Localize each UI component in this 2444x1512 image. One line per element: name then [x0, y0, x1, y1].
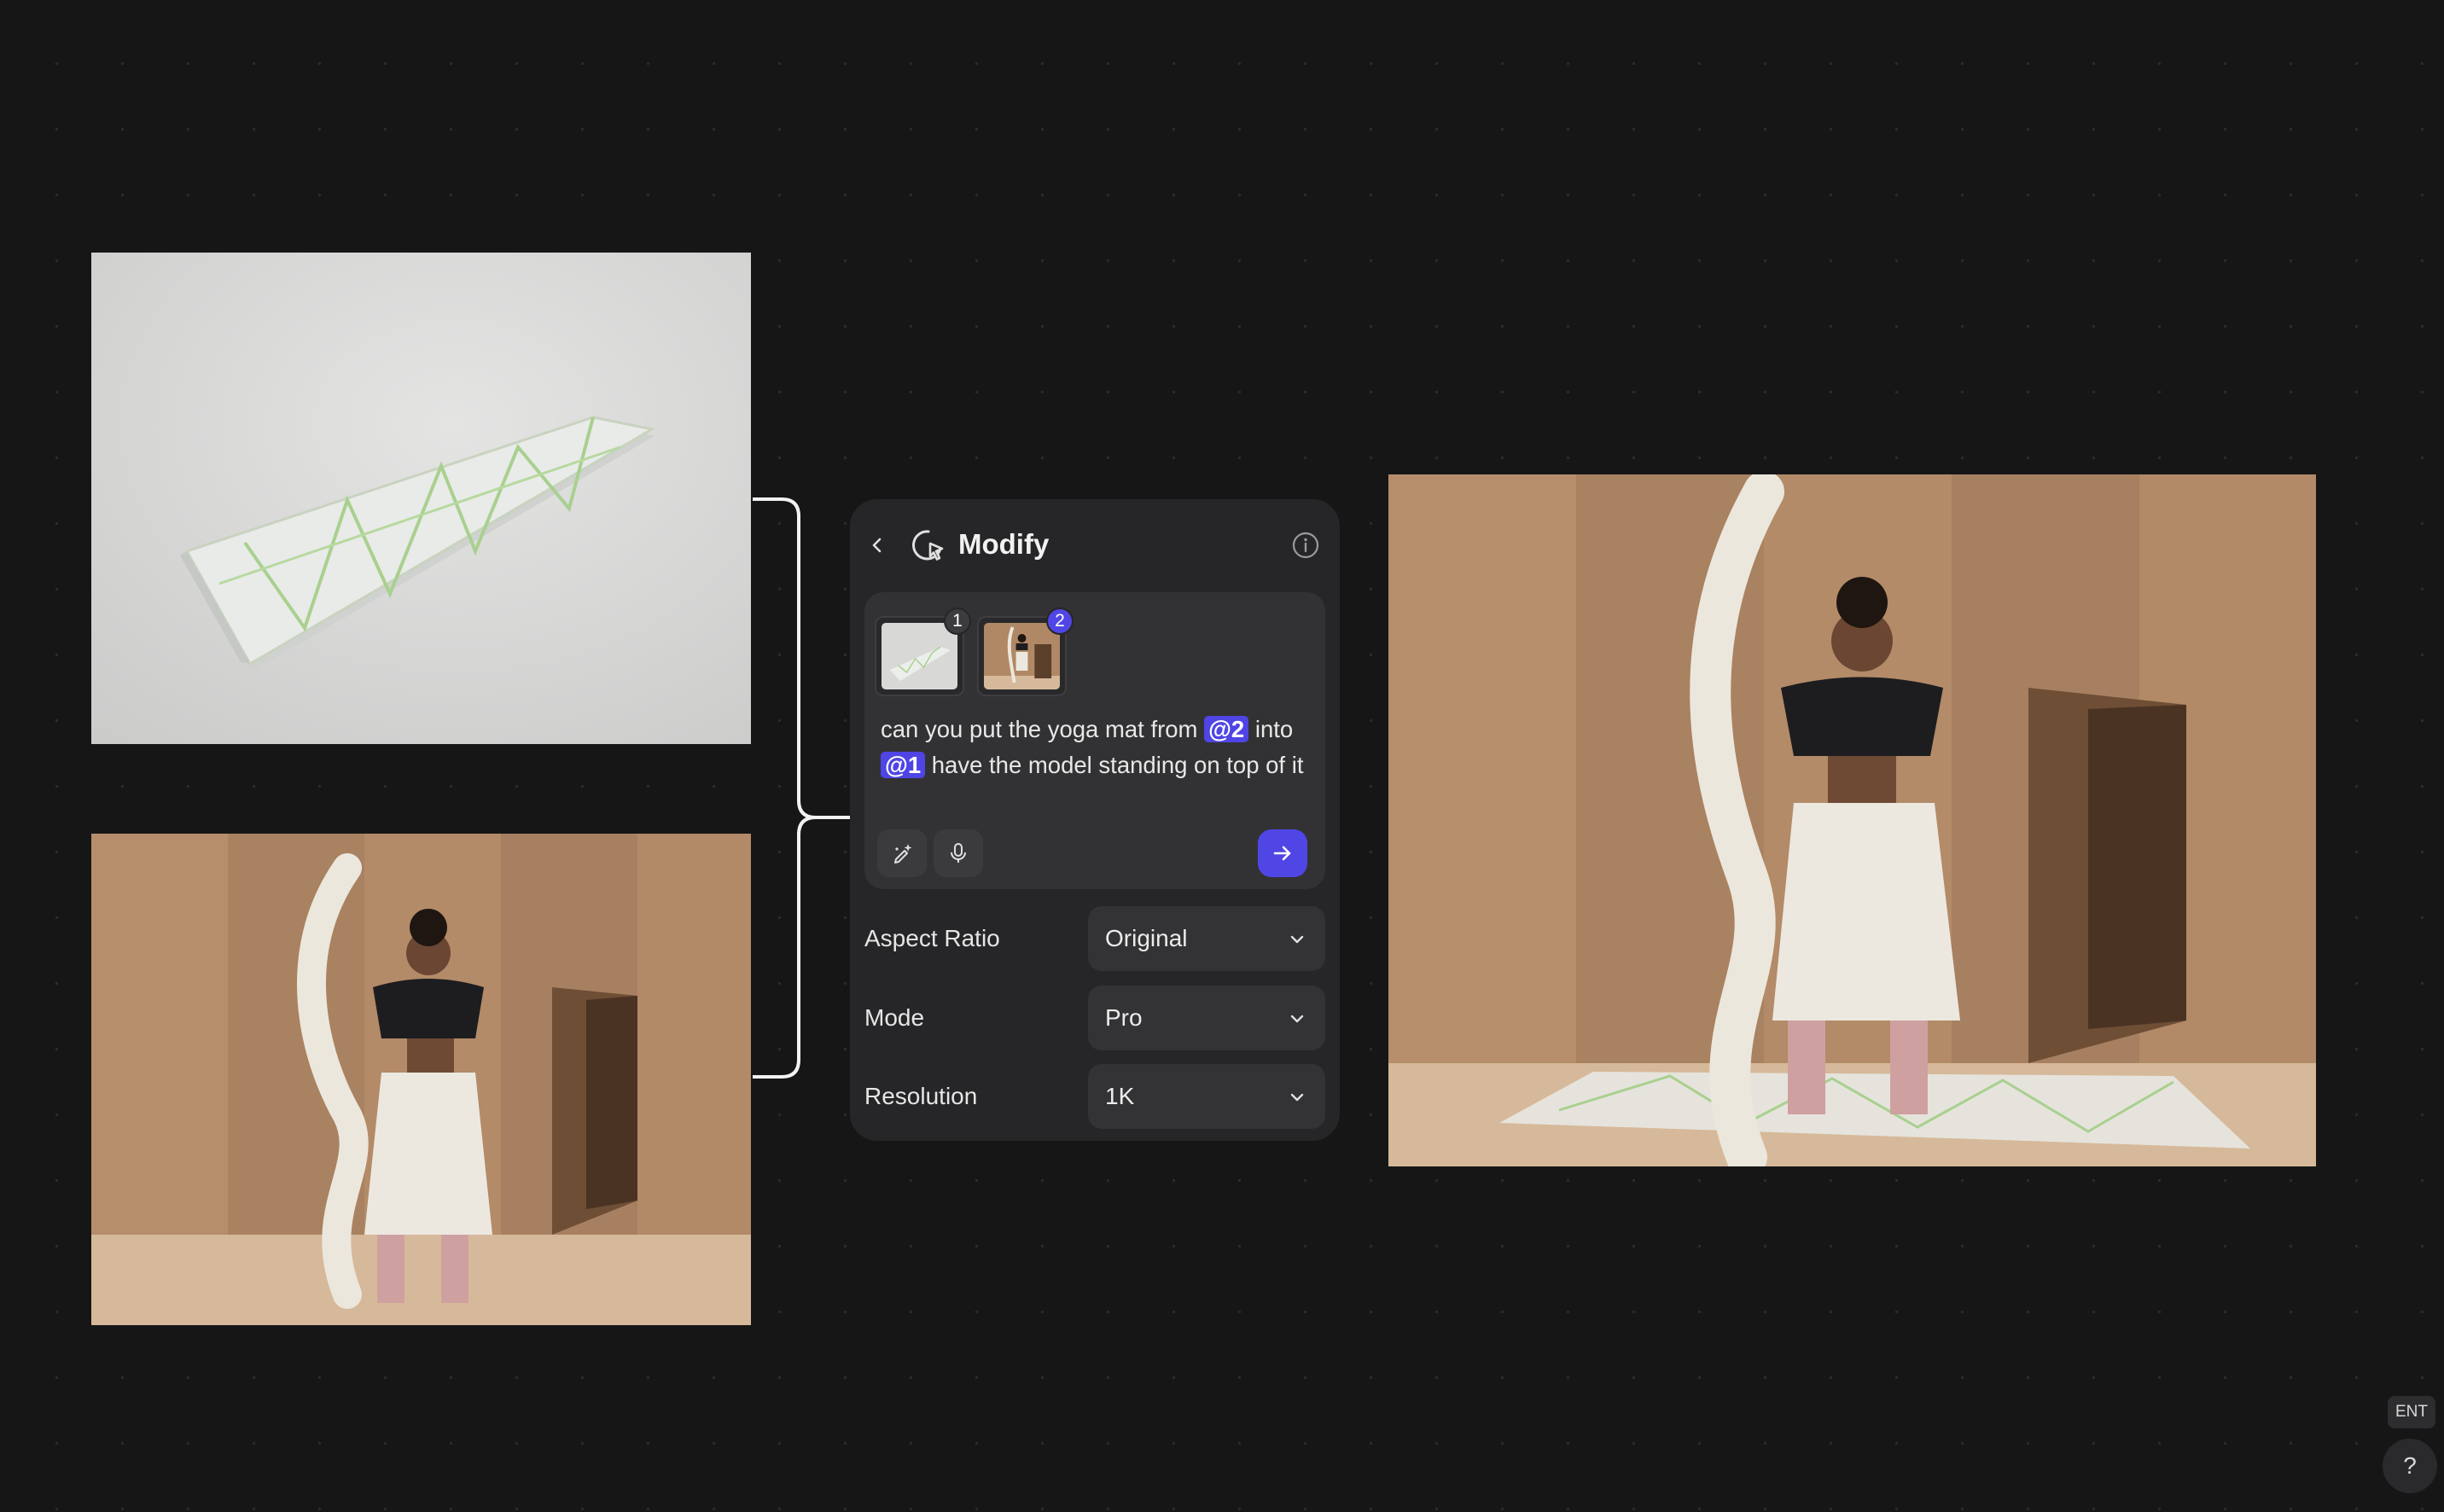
source-image-yoga-mat[interactable]: [91, 253, 751, 744]
reference-thumbnail-1[interactable]: 1: [875, 608, 971, 696]
result-image[interactable]: [1388, 474, 2316, 1166]
microphone-icon: [951, 843, 966, 863]
modify-panel: Modify 1 2 can you put the yoga mat from…: [850, 499, 1340, 1141]
setting-label: Mode: [864, 1004, 925, 1031]
setting-label: Resolution: [864, 1083, 978, 1109]
mention-tag-2[interactable]: @2: [1204, 716, 1249, 742]
reference-badge-2: 2: [1046, 608, 1074, 635]
help-button[interactable]: ?: [2383, 1439, 2437, 1493]
mode-select[interactable]: Pro: [1088, 986, 1325, 1050]
enhance-prompt-button[interactable]: [877, 829, 927, 877]
prompt-text-part: can you put the yoga mat from: [881, 716, 1205, 742]
prompt-input[interactable]: can you put the yoga mat from @2 into @1…: [881, 712, 1312, 783]
chevron-down-icon: [1290, 935, 1304, 944]
reference-badge-1: 1: [944, 608, 971, 635]
back-button[interactable]: [860, 528, 894, 562]
prompt-text-part: have the model standing on top of it: [925, 752, 1304, 778]
resolution-select[interactable]: 1K: [1088, 1064, 1325, 1129]
setting-mode: Mode Pro: [864, 986, 1325, 1050]
source-image-model[interactable]: [91, 834, 751, 1325]
setting-resolution: Resolution 1K: [864, 1064, 1325, 1129]
setting-label: Aspect Ratio: [864, 925, 1000, 951]
setting-value: Pro: [1105, 1004, 1143, 1031]
prompt-text-part: into: [1248, 716, 1294, 742]
prompt-box: 1 2 can you put the yoga mat from @2 int…: [864, 592, 1325, 889]
chevron-down-icon: [1290, 1093, 1304, 1102]
panel-header: Modify: [850, 499, 1340, 590]
microphone-button[interactable]: [934, 829, 983, 877]
ent-badge[interactable]: ENT: [2388, 1396, 2435, 1428]
setting-value: 1K: [1105, 1083, 1135, 1109]
reference-thumbnail-2[interactable]: 2: [977, 608, 1074, 696]
info-icon[interactable]: [1290, 530, 1321, 561]
mention-tag-1[interactable]: @1: [881, 752, 926, 778]
chevron-down-icon: [1290, 1015, 1304, 1023]
arrow-right-icon: [1273, 846, 1291, 861]
aspect-ratio-select[interactable]: Original: [1088, 906, 1325, 971]
setting-value: Original: [1105, 925, 1188, 951]
send-button[interactable]: [1258, 829, 1307, 877]
setting-aspect-ratio: Aspect Ratio Original: [864, 906, 1325, 971]
panel-title: Modify: [958, 528, 1050, 560]
modify-cursor-icon: [912, 530, 944, 561]
sparkle-pen-icon: [894, 844, 912, 864]
chevron-left-icon: [872, 538, 882, 553]
